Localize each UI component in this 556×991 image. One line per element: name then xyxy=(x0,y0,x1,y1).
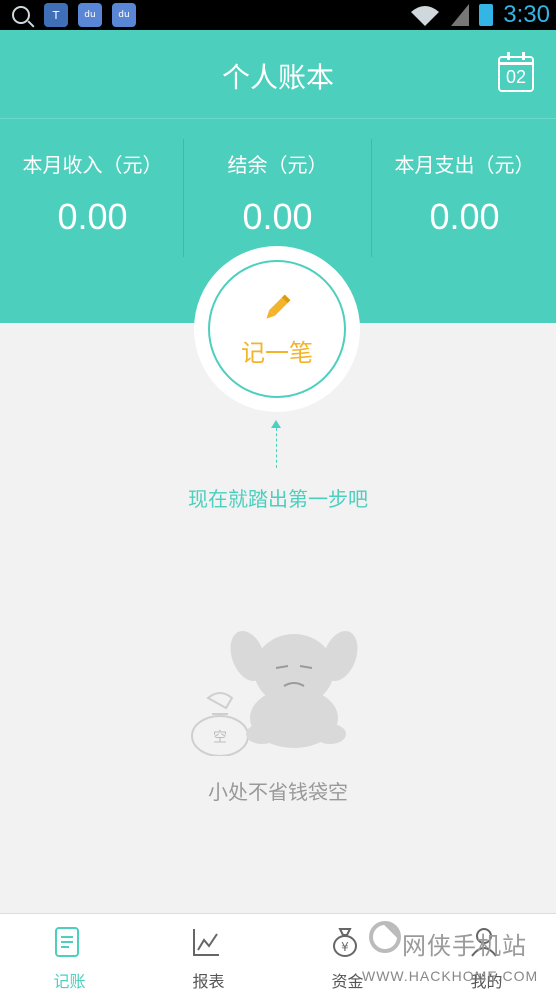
nav-item-mine[interactable]: 我的 xyxy=(417,914,556,991)
baidu-icon: du xyxy=(78,3,102,27)
nav-label-ledger: 记账 xyxy=(53,972,86,991)
pencil-icon xyxy=(266,294,291,319)
search-icon xyxy=(8,3,34,27)
status-bar: T du du 3:30 xyxy=(0,0,556,30)
wifi-icon xyxy=(411,6,440,26)
empty-state-text: 小处不省钱袋空 xyxy=(208,780,348,804)
app-icon: T xyxy=(44,3,68,27)
nav-label-mine: 我的 xyxy=(470,972,503,991)
calendar-button[interactable]: 02 xyxy=(498,52,534,92)
hint-text: 现在就踏出第一步吧 xyxy=(188,487,368,511)
money-bag-icon: ¥ xyxy=(333,928,357,957)
expense-value: 0.00 xyxy=(429,196,500,237)
ledger-icon xyxy=(55,927,79,957)
money-bag-illustration: 空 xyxy=(191,692,249,756)
income-label: 本月收入（元） xyxy=(22,153,163,177)
bag-text: 空 xyxy=(213,730,227,746)
baidu-icon: du xyxy=(112,3,136,27)
record-button-ring: 记一笔 xyxy=(194,246,360,412)
hint-line xyxy=(276,428,277,468)
bottom-nav: 记账 报表 ¥ 资金 我的 xyxy=(0,913,556,991)
chart-icon xyxy=(193,929,219,956)
calendar-day: 02 xyxy=(505,67,527,87)
income-value: 0.00 xyxy=(57,196,128,237)
person-icon xyxy=(471,928,497,957)
expense-summary: 本月支出（元） 0.00 xyxy=(372,119,556,259)
nav-item-report[interactable]: 报表 xyxy=(139,914,278,991)
nav-label-report: 报表 xyxy=(192,972,225,991)
balance-summary: 结余（元） 0.00 xyxy=(185,119,370,259)
nav-item-funds[interactable]: ¥ 资金 xyxy=(278,914,417,991)
hint-arrow-icon xyxy=(271,420,281,428)
balance-value: 0.00 xyxy=(242,196,313,237)
app-header: 个人账本 02 xyxy=(0,30,556,118)
divider xyxy=(183,139,184,257)
svg-text:¥: ¥ xyxy=(341,940,349,954)
balance-label: 结余（元） xyxy=(227,153,328,177)
page-title: 个人账本 xyxy=(221,61,334,94)
empty-bunny-illustration: 空 xyxy=(191,630,358,756)
battery-icon xyxy=(479,4,494,26)
nav-item-ledger[interactable]: 记账 xyxy=(0,914,139,991)
nav-label-funds: 资金 xyxy=(331,972,364,991)
income-summary: 本月收入（元） 0.00 xyxy=(0,119,185,259)
status-time: 3:30 xyxy=(503,1,550,28)
record-button-label: 记一笔 xyxy=(241,338,313,367)
record-button[interactable]: 记一笔 xyxy=(208,260,346,398)
signal-icon xyxy=(451,4,470,26)
expense-label: 本月支出（元） xyxy=(394,153,535,177)
